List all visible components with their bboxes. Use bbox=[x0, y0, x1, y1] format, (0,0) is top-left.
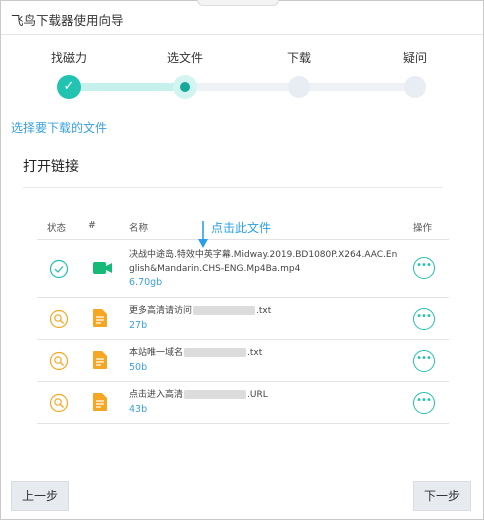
step-label-questions: 疑问 bbox=[402, 51, 427, 65]
progress-track-completed bbox=[71, 83, 185, 91]
more-dots-icon[interactable]: ••• bbox=[413, 308, 435, 330]
more-dots-icon[interactable]: ••• bbox=[413, 392, 435, 414]
step-pending-node-questions bbox=[404, 76, 426, 98]
file-name[interactable]: 本站唯一域名 .txt bbox=[129, 346, 262, 360]
section-title: 打开链接 bbox=[23, 159, 79, 175]
arrow-down-icon bbox=[198, 221, 208, 248]
step-done-check-icon: ✓ bbox=[57, 75, 81, 99]
step-pending-node-download bbox=[288, 76, 310, 98]
table-row[interactable]: 点击进入高清 .URL 43b ••• bbox=[37, 382, 449, 424]
step-progress: 找磁力 选文件 下载 疑问 ✓ bbox=[1, 45, 483, 105]
previous-step-button[interactable]: 上一步 bbox=[11, 481, 69, 511]
search-icon bbox=[49, 393, 69, 413]
document-icon bbox=[93, 309, 107, 327]
document-icon bbox=[93, 393, 107, 411]
more-dots-icon[interactable]: ••• bbox=[413, 350, 435, 372]
more-dots-icon[interactable]: ••• bbox=[413, 257, 435, 279]
wizard-window: 飞鸟下载器使用向导 找磁力 选文件 下载 疑问 ✓ 选择要下载的文件 打开链接 … bbox=[0, 0, 484, 520]
step-current-dot bbox=[180, 82, 190, 92]
header-status: 状态 bbox=[47, 223, 67, 234]
window-title: 飞鸟下载器使用向导 bbox=[11, 13, 124, 28]
title-bar: 飞鸟下载器使用向导 bbox=[1, 0, 483, 35]
click-hint-text: 点击此文件 bbox=[211, 221, 272, 235]
file-size: 6.70gb bbox=[129, 277, 163, 288]
check-circle-icon bbox=[49, 259, 69, 279]
file-name-line2[interactable]: glish&Mandarin.CHS-ENG.Mp4Ba.mp4 bbox=[129, 262, 300, 276]
step-label-find-magnet: 找磁力 bbox=[50, 51, 87, 65]
section-divider bbox=[23, 187, 443, 188]
file-name[interactable]: 更多高清请访问 .txt bbox=[129, 304, 271, 318]
file-size: 27b bbox=[129, 320, 148, 331]
header-index: # bbox=[88, 220, 96, 231]
click-hint-annotation: 点击此文件 bbox=[197, 219, 287, 249]
search-icon bbox=[49, 309, 69, 329]
redacted-text bbox=[184, 390, 247, 399]
file-name[interactable]: 点击进入高清 .URL bbox=[129, 388, 268, 402]
header-name: 名称 bbox=[129, 223, 149, 234]
document-icon bbox=[93, 351, 107, 369]
video-camera-icon bbox=[93, 262, 112, 274]
redacted-text bbox=[184, 348, 247, 357]
redacted-text bbox=[193, 306, 256, 315]
title-bar-tab-notch bbox=[197, 0, 279, 6]
file-name-line1[interactable]: 决战中途岛.特效中英字幕.Midway.2019.BD1080P.X264.AA… bbox=[129, 248, 397, 262]
header-action: 操作 bbox=[413, 223, 433, 234]
table-row[interactable]: 本站唯一域名 .txt 50b ••• bbox=[37, 340, 449, 382]
file-size: 43b bbox=[129, 404, 148, 415]
step-label-download: 下载 bbox=[286, 51, 311, 65]
file-size: 50b bbox=[129, 362, 148, 373]
next-step-button[interactable]: 下一步 bbox=[413, 481, 471, 511]
step-label-select-file: 选文件 bbox=[166, 51, 203, 65]
choose-files-link[interactable]: 选择要下载的文件 bbox=[11, 119, 107, 136]
search-icon bbox=[49, 351, 69, 371]
table-row[interactable]: 更多高清请访问 .txt 27b ••• bbox=[37, 298, 449, 340]
